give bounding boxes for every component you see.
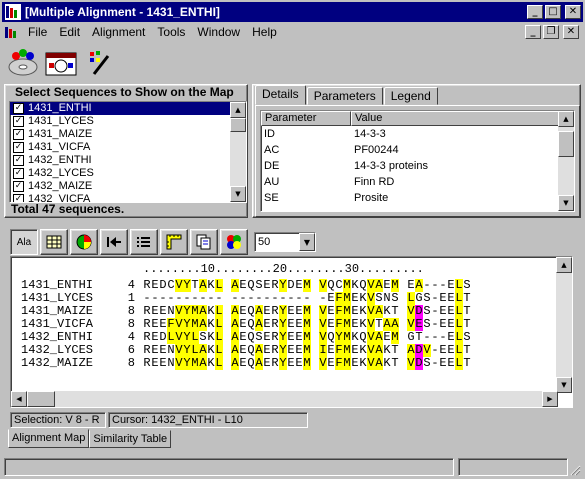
- cd-disc-icon[interactable]: [6, 47, 40, 79]
- chevron-down-icon[interactable]: ▼: [299, 233, 315, 251]
- list-item[interactable]: ✓ 1432_MAIZE: [10, 180, 230, 193]
- status-bar: [4, 456, 581, 476]
- scroll-up-icon[interactable]: ▲: [558, 111, 574, 127]
- sequence-list[interactable]: ✓ 1431_ENTHI ✓ 1431_LYCES ✓ 1431_MAIZE ✓ 143…: [9, 101, 247, 203]
- list-item[interactable]: ✓ 1431_LYCES: [10, 115, 230, 128]
- menu-tools[interactable]: Tools: [151, 25, 191, 39]
- column-header-parameter[interactable]: Parameter: [261, 111, 351, 126]
- alignment-row-start: 8: [127, 356, 135, 370]
- checkbox[interactable]: ✓: [13, 168, 24, 179]
- status-pane-main: [4, 458, 454, 476]
- tab-details[interactable]: Details: [255, 85, 306, 105]
- details-scrollbar[interactable]: ▲ ▼: [558, 111, 574, 211]
- sequence-card-icon[interactable]: [44, 47, 78, 79]
- document-icon[interactable]: [4, 24, 22, 40]
- list-item[interactable]: ✓ 1432_LYCES: [10, 167, 230, 180]
- magic-wand-icon[interactable]: [84, 47, 118, 79]
- menu-edit[interactable]: Edit: [53, 25, 86, 39]
- copy-icon[interactable]: [190, 229, 218, 255]
- app-icon[interactable]: [5, 4, 21, 20]
- alignment-map[interactable]: ........10........20........30......... …: [10, 256, 573, 408]
- close-icon[interactable]: ✕: [565, 5, 581, 19]
- tab-parameters[interactable]: Parameters: [306, 87, 383, 105]
- scroll-left-icon[interactable]: ◀: [11, 391, 27, 407]
- status-pane-secondary: [458, 458, 568, 476]
- table-row[interactable]: DE 14-3-3 proteins: [261, 158, 574, 174]
- child-close-icon[interactable]: ✕: [563, 25, 579, 39]
- checkbox[interactable]: ✓: [13, 103, 24, 114]
- alignment-sequence[interactable]: REENVYMAKL AEQAERYEEM VEFMEKVAKT VDS-EEL…: [143, 357, 471, 370]
- alignment-vscrollbar[interactable]: ▲ ▼: [556, 257, 572, 393]
- checkbox[interactable]: ✓: [13, 155, 24, 166]
- checkbox[interactable]: ✓: [13, 129, 24, 140]
- scroll-thumb[interactable]: [27, 391, 55, 407]
- scroll-thumb[interactable]: [230, 118, 246, 132]
- list-item[interactable]: ✓ 1431_ENTHI: [10, 102, 230, 115]
- ala-button[interactable]: Ala: [10, 229, 38, 255]
- selection-status: Selection: V 8 - R 19: [10, 412, 106, 440]
- maximize-icon[interactable]: □: [545, 5, 561, 19]
- list-item[interactable]: ✓ 1432_ENTHI: [10, 154, 230, 167]
- scroll-thumb[interactable]: [558, 131, 574, 157]
- list-item[interactable]: ✓ 1431_VICFA: [10, 141, 230, 154]
- details-panel: Details Parameters Legend Parameter Valu…: [252, 84, 581, 218]
- alignment-rows[interactable]: ........10........20........30......... …: [11, 257, 558, 393]
- scroll-down-icon[interactable]: ▼: [230, 186, 246, 202]
- zoom-value: 50: [258, 236, 271, 248]
- map-status: Selection: V 8 - R 19 Cursor: 1432_ENTHI…: [10, 412, 310, 440]
- menu-bar: File Edit Alignment Tools Window Help _ …: [2, 22, 583, 42]
- map-toolbar: Ala 50 ▼: [10, 228, 316, 256]
- sequences-panel: Select Sequences to Show on the Map ✓ 143…: [4, 84, 248, 218]
- table-row[interactable]: ID 14-3-3: [261, 126, 574, 142]
- alignment-row-name: 1432_MAIZE: [21, 356, 94, 370]
- tab-legend[interactable]: Legend: [383, 87, 438, 105]
- resize-grip-icon[interactable]: [569, 464, 581, 476]
- menu-file[interactable]: File: [22, 25, 53, 39]
- tab-similarity-table[interactable]: Similarity Table: [89, 430, 172, 448]
- main-toolbar: [2, 44, 583, 82]
- table-row[interactable]: AC PF00244: [261, 142, 574, 158]
- bottom-tabs: Alignment Map Similarity Table: [8, 429, 172, 448]
- checkbox[interactable]: ✓: [13, 181, 24, 192]
- go-start-icon[interactable]: [100, 229, 128, 255]
- cursor-status: Cursor: 1432_ENTHI - L10: [108, 412, 308, 428]
- pie-chart-icon[interactable]: [70, 229, 98, 255]
- window-title: [Multiple Alignment - 1431_ENTHI]: [25, 5, 220, 19]
- scroll-right-icon[interactable]: ▶: [542, 391, 558, 407]
- color-grid-icon[interactable]: [220, 229, 248, 255]
- tab-alignment-map[interactable]: Alignment Map: [8, 429, 90, 448]
- alignment-hscrollbar[interactable]: ◀ ▶: [11, 391, 558, 407]
- title-bar[interactable]: [Multiple Alignment - 1431_ENTHI] _ □ ✕: [2, 2, 583, 22]
- sequences-panel-title: Select Sequences to Show on the Map: [15, 85, 234, 99]
- table-row[interactable]: AU Finn RD: [261, 174, 574, 190]
- list-icon[interactable]: [130, 229, 158, 255]
- scroll-up-icon[interactable]: ▲: [230, 102, 246, 118]
- child-restore-icon[interactable]: ❐: [543, 25, 559, 39]
- details-grid[interactable]: Parameter Value ID 14-3-3 AC PF00244 DE 14-…: [260, 110, 575, 212]
- menu-help[interactable]: Help: [246, 25, 283, 39]
- list-item[interactable]: ✓ 1431_MAIZE: [10, 128, 230, 141]
- minimize-icon[interactable]: _: [527, 5, 543, 19]
- menu-alignment[interactable]: Alignment: [86, 25, 151, 39]
- checkbox[interactable]: ✓: [13, 142, 24, 153]
- scroll-down-icon[interactable]: ▼: [556, 377, 572, 393]
- total-sequences: Total 47 sequences.: [11, 202, 125, 216]
- scroll-down-icon[interactable]: ▼: [558, 195, 574, 211]
- scroll-up-icon[interactable]: ▲: [556, 257, 572, 273]
- alignment-ruler: ........10........20........30.........: [143, 262, 424, 276]
- table-row[interactable]: SE Prosite: [261, 190, 574, 206]
- menu-window[interactable]: Window: [191, 25, 246, 39]
- details-tab-body: Parameter Value ID 14-3-3 AC PF00244 DE 14-…: [255, 105, 580, 217]
- child-minimize-icon[interactable]: _: [525, 25, 541, 39]
- column-header-value[interactable]: Value: [351, 111, 559, 126]
- sequence-list-scrollbar[interactable]: ▲ ▼: [230, 102, 246, 202]
- zoom-select[interactable]: 50 ▼: [254, 232, 316, 252]
- table-icon[interactable]: [40, 229, 68, 255]
- ruler-icon[interactable]: [160, 229, 188, 255]
- checkbox[interactable]: ✓: [13, 116, 24, 127]
- alignment-row[interactable]: 1432_MAIZE 8 REENVYMAKL AEQAERYEEM VEFMEKV…: [11, 357, 471, 370]
